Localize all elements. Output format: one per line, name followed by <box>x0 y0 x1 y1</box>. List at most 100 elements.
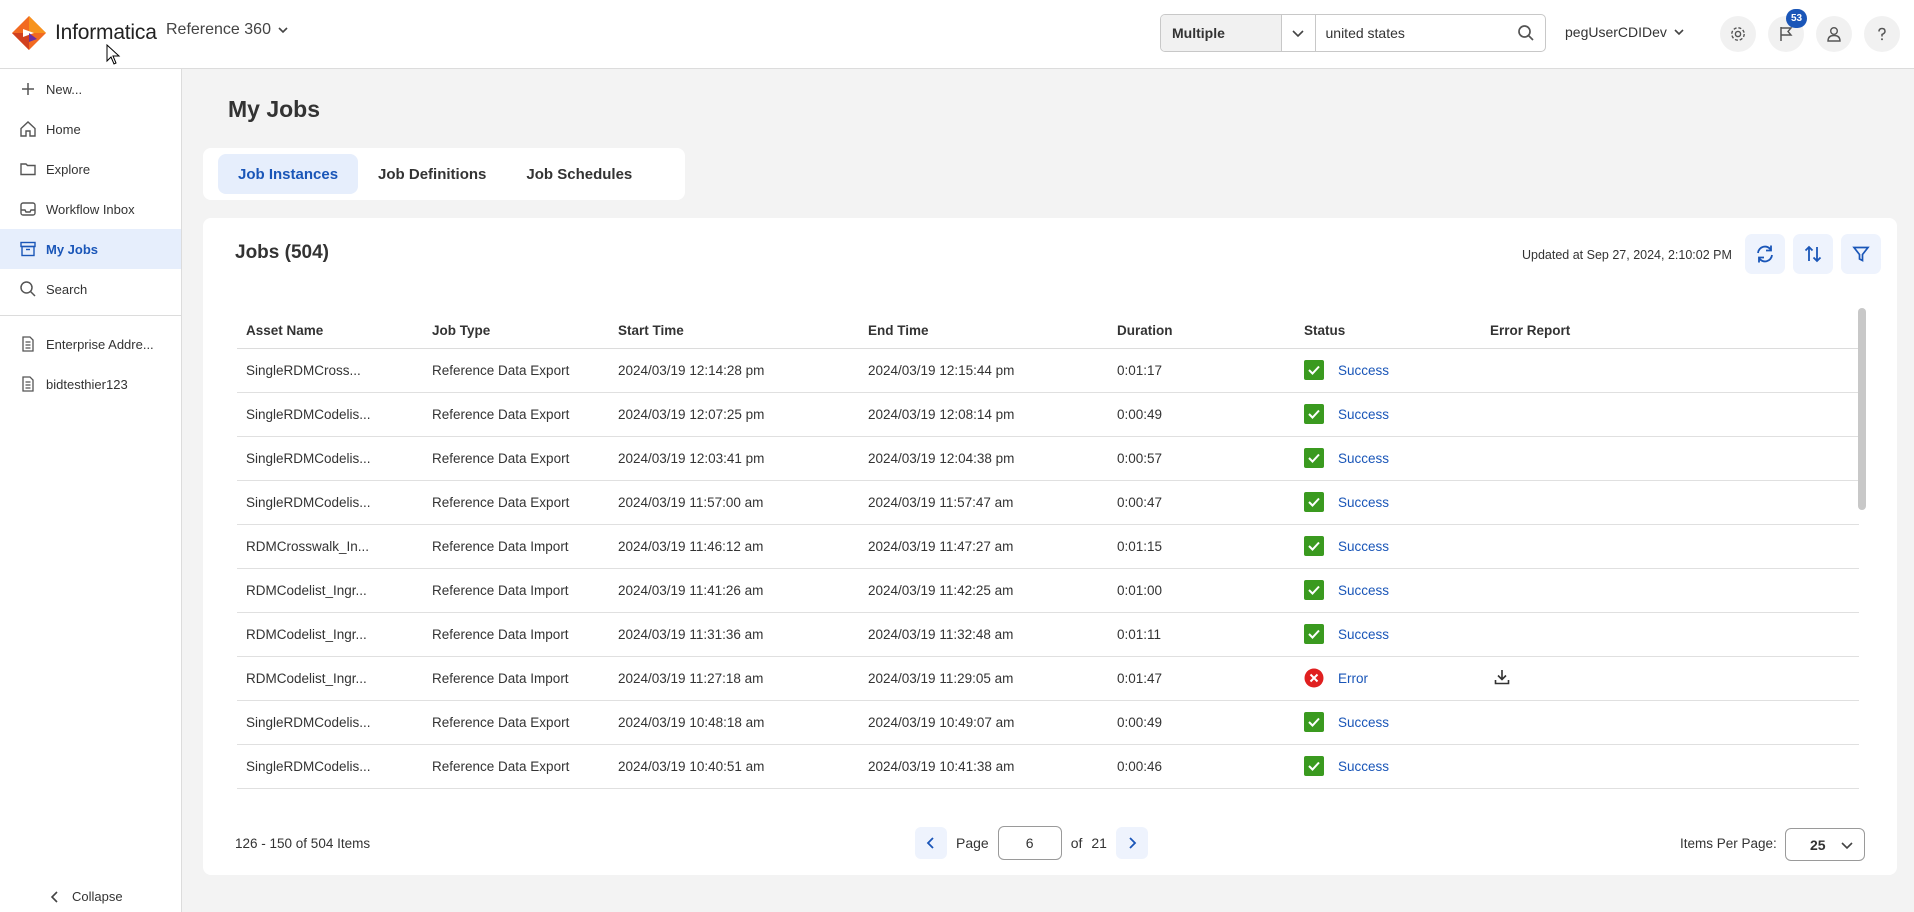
start-time-cell: 2024/03/19 11:31:36 am <box>609 612 859 657</box>
sidebar-recent-item[interactable]: bidtesthier123 <box>0 364 181 404</box>
table-scrollbar[interactable] <box>1858 308 1866 510</box>
tab-job-schedules[interactable]: Job Schedules <box>506 154 652 194</box>
column-header-asset-name[interactable]: Asset Name <box>237 314 423 349</box>
sidebar-item-label: Home <box>46 121 81 137</box>
scope-dropdown-button[interactable] <box>1282 15 1316 51</box>
sidebar-item-home[interactable]: Home <box>0 109 181 149</box>
sidebar-item-workflow-inbox[interactable]: Workflow Inbox <box>0 189 181 229</box>
duration-cell: 0:00:57 <box>1108 436 1295 481</box>
sidebar-item-my-jobs[interactable]: My Jobs <box>0 229 181 269</box>
table-row[interactable]: SingleRDMCross... Reference Data Export 20… <box>237 348 1859 393</box>
sort-button[interactable] <box>1793 234 1833 274</box>
sidebar-item-new[interactable]: New... <box>0 69 181 109</box>
sidebar-item-search[interactable]: Search <box>0 269 181 309</box>
table-row[interactable]: SingleRDMCodelis... Reference Data Export… <box>237 480 1859 525</box>
settings-button[interactable] <box>1720 16 1756 52</box>
job-type-cell: Reference Data Export <box>423 348 609 393</box>
status-cell: Success <box>1295 436 1481 481</box>
success-check-icon <box>1304 492 1324 512</box>
column-header-start-time[interactable]: Start Time <box>609 314 859 349</box>
sidebar-item-explore[interactable]: Explore <box>0 149 181 189</box>
table-row[interactable]: SingleRDMCodelis... Reference Data Export… <box>237 700 1859 745</box>
start-time-cell: 2024/03/19 11:27:18 am <box>609 656 859 701</box>
table-row[interactable]: RDMCodelist_Ingr... Reference Data Import… <box>237 568 1859 613</box>
duration-cell: 0:01:17 <box>1108 348 1295 393</box>
start-time-cell: 2024/03/19 11:46:12 am <box>609 524 859 569</box>
asset-name-cell: RDMCodelist_Ingr... <box>237 568 423 613</box>
column-header-status[interactable]: Status <box>1295 314 1481 349</box>
tab-job-definitions[interactable]: Job Definitions <box>358 154 506 194</box>
table-row[interactable]: SingleRDMCodelis... Reference Data Export… <box>237 744 1859 789</box>
next-page-button[interactable] <box>1115 827 1148 859</box>
sidebar-recent-item[interactable]: Enterprise Addre... <box>0 324 181 364</box>
column-header-duration[interactable]: Duration <box>1108 314 1295 349</box>
logo[interactable]: Informatica <box>10 14 157 52</box>
user-menu[interactable]: pegUserCDIDev <box>1565 24 1685 40</box>
app-switcher[interactable]: Reference 360 <box>166 21 289 39</box>
status-link[interactable]: Success <box>1338 759 1389 774</box>
chevron-down-icon <box>278 27 288 34</box>
start-time-cell: 2024/03/19 10:48:18 am <box>609 700 859 745</box>
search-scope-select[interactable]: Multiple <box>1161 15 1282 51</box>
previous-page-button[interactable] <box>915 827 947 859</box>
status-link[interactable]: Error <box>1338 671 1368 686</box>
start-time-cell: 2024/03/19 11:57:00 am <box>609 480 859 525</box>
global-search: Multiple <box>1160 14 1546 52</box>
duration-cell: 0:01:47 <box>1108 656 1295 701</box>
brand-name: Informatica <box>55 21 157 44</box>
status-link[interactable]: Success <box>1338 495 1389 510</box>
status-link[interactable]: Success <box>1338 451 1389 466</box>
total-pages: 21 <box>1091 835 1107 851</box>
asset-name-cell: RDMCrosswalk_In... <box>237 524 423 569</box>
search-button[interactable] <box>1507 15 1546 51</box>
status-link[interactable]: Success <box>1338 363 1389 378</box>
filter-button[interactable] <box>1841 234 1881 274</box>
notifications-button[interactable]: 53 <box>1768 9 1807 52</box>
status-link[interactable]: Success <box>1338 539 1389 554</box>
download-icon[interactable] <box>1493 668 1511 686</box>
asset-name-cell: RDMCodelist_Ingr... <box>237 612 423 657</box>
column-header-job-type[interactable]: Job Type <box>423 314 609 349</box>
sidebar-divider <box>0 315 181 316</box>
updated-timestamp: Updated at Sep 27, 2024, 2:10:02 PM <box>1522 248 1732 262</box>
status-cell: Success <box>1295 524 1481 569</box>
column-header-end-time[interactable]: End Time <box>859 314 1108 349</box>
table-row[interactable]: SingleRDMCodelis... Reference Data Export… <box>237 392 1859 437</box>
page-number-input[interactable] <box>997 826 1062 860</box>
end-time-cell: 2024/03/19 12:15:44 pm <box>859 348 1108 393</box>
search-input[interactable] <box>1315 15 1507 51</box>
start-time-cell: 2024/03/19 10:40:51 am <box>609 744 859 789</box>
refresh-button[interactable] <box>1745 234 1785 274</box>
profile-button[interactable] <box>1816 16 1852 52</box>
error-report-cell <box>1481 656 1859 701</box>
items-per-page-select[interactable]: 25 <box>1785 828 1865 861</box>
error-report-cell <box>1481 612 1859 657</box>
table-row[interactable]: RDMCrosswalk_In... Reference Data Import 2… <box>237 524 1859 569</box>
user-name: pegUserCDIDev <box>1565 24 1667 40</box>
home-icon <box>20 121 36 137</box>
collapse-label: Collapse <box>72 889 123 904</box>
duration-cell: 0:00:49 <box>1108 700 1295 745</box>
table-row[interactable]: SingleRDMCodelis... Reference Data Export… <box>237 436 1859 481</box>
tab-job-instances[interactable]: Job Instances <box>218 154 359 194</box>
asset-name-cell: SingleRDMCodelis... <box>237 700 423 745</box>
table-row[interactable]: RDMCodelist_Ingr... Reference Data Import… <box>237 612 1859 657</box>
table-header-row: Asset Name Job Type Start Time End Time … <box>237 314 1859 349</box>
help-button[interactable] <box>1864 16 1900 52</box>
status-link[interactable]: Success <box>1338 627 1389 642</box>
sort-icon <box>1804 245 1822 263</box>
job-type-cell: Reference Data Export <box>423 700 609 745</box>
collapse-sidebar-button[interactable]: Collapse <box>50 889 123 904</box>
end-time-cell: 2024/03/19 11:57:47 am <box>859 480 1108 525</box>
column-header-error-report[interactable]: Error Report <box>1481 314 1859 349</box>
status-link[interactable]: Success <box>1338 583 1389 598</box>
duration-cell: 0:00:46 <box>1108 744 1295 789</box>
table-row[interactable]: RDMCodelist_Ingr... Reference Data Import… <box>237 656 1859 701</box>
status-link[interactable]: Success <box>1338 715 1389 730</box>
filter-icon <box>1852 246 1870 262</box>
status-link[interactable]: Success <box>1338 407 1389 422</box>
status-cell: Success <box>1295 392 1481 437</box>
job-tabs: Job Instances Job Definitions Job Schedu… <box>203 148 685 200</box>
status-cell: Success <box>1295 480 1481 525</box>
error-report-cell <box>1481 524 1859 569</box>
